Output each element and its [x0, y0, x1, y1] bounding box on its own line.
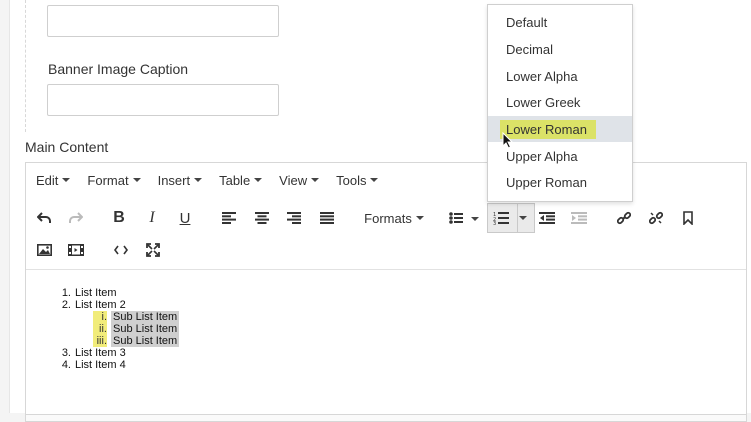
menu-edit-label: Edit	[36, 172, 59, 188]
chevron-down-icon	[132, 178, 141, 182]
menu-tools[interactable]: Tools	[336, 172, 379, 188]
dashed-divider	[25, 0, 26, 132]
fullscreen-icon[interactable]	[144, 234, 162, 266]
numbered-list-icon[interactable]: 123	[492, 202, 510, 234]
sub-list-item: ii. Sub List Item	[57, 323, 180, 335]
list-number: 2.	[61, 299, 71, 311]
list-style-option-lower-alpha[interactable]: Lower Alpha	[488, 63, 632, 89]
list-text: List Item 3	[75, 347, 126, 359]
link-icon[interactable]	[615, 202, 633, 234]
list-style-option-lower-greek[interactable]: Lower Greek	[488, 89, 632, 115]
list-text: List Item 2	[75, 299, 126, 311]
menu-insert[interactable]: Insert	[158, 173, 203, 188]
main-content-label: Main Content	[25, 139, 109, 155]
list-text: Sub List Item	[111, 335, 180, 347]
menu-edit[interactable]: Edit	[36, 172, 71, 188]
list-text: List Item	[75, 287, 117, 299]
bookmark-icon[interactable]	[680, 202, 696, 234]
banner-image-field[interactable]	[47, 5, 279, 37]
chevron-down-icon	[194, 178, 203, 182]
image-icon[interactable]	[34, 234, 54, 266]
list-item: 1. List Item	[57, 287, 179, 299]
menu-view-label: View	[279, 172, 308, 188]
chevron-down-icon	[415, 216, 424, 220]
list-number: 1.	[61, 287, 71, 299]
list-number: 3.	[61, 347, 71, 359]
underline-icon[interactable]: U	[176, 202, 194, 234]
align-justify-icon[interactable]	[318, 202, 336, 234]
editor-content[interactable]: 1. List Item 2. List Item 2 i. Sub List Ite…	[57, 287, 180, 371]
formats-dropdown[interactable]: Formats	[364, 202, 424, 234]
mouse-pointer-icon	[502, 131, 514, 154]
list-style-option-default[interactable]: Default	[488, 9, 632, 35]
chevron-down-icon	[370, 178, 379, 182]
list-style-dropdown: Default Decimal Lower Alpha Lower Greek …	[487, 4, 633, 202]
editor-toolbar-row-2	[26, 234, 746, 266]
indent-icon[interactable]	[569, 202, 589, 234]
formats-label: Formats	[364, 210, 412, 226]
chevron-down-icon	[311, 178, 320, 182]
media-icon[interactable]	[66, 234, 86, 266]
menu-tools-label: Tools	[336, 172, 367, 188]
align-right-icon[interactable]	[285, 202, 303, 234]
menu-format-label: Format	[87, 172, 129, 188]
outdent-icon[interactable]	[537, 202, 557, 234]
menu-insert-label: Insert	[157, 172, 191, 188]
svg-text:3: 3	[493, 221, 496, 225]
editor-statusbar	[26, 414, 746, 421]
list-number: i.	[93, 311, 107, 323]
banner-caption-input[interactable]	[47, 84, 279, 116]
list-number: ii.	[93, 323, 107, 335]
list-style-option-upper-roman[interactable]: Upper Roman	[488, 169, 632, 195]
align-left-icon[interactable]	[220, 202, 238, 234]
list-text: Sub List Item	[111, 311, 180, 323]
list-text: List Item 4	[75, 359, 126, 371]
bold-icon[interactable]: B	[110, 202, 128, 234]
list-item: 2. List Item 2	[57, 299, 179, 311]
chevron-down-icon	[62, 178, 71, 182]
editor-menubar: Edit Format Insert Table View Tools	[26, 163, 746, 197]
code-icon[interactable]	[111, 234, 131, 266]
italic-icon[interactable]: I	[143, 202, 161, 234]
menu-format[interactable]: Format	[87, 172, 141, 188]
undo-icon[interactable]	[34, 202, 54, 234]
unlink-icon[interactable]	[647, 202, 665, 234]
chevron-down-icon[interactable]	[516, 202, 530, 234]
menu-table-label: Table	[219, 172, 251, 188]
chevron-down-icon	[254, 178, 263, 182]
list-number: 4.	[61, 359, 71, 371]
redo-icon[interactable]	[66, 202, 86, 234]
rich-text-editor: Edit Format Insert Table View Tools B I …	[25, 162, 747, 422]
sub-list-item: i. Sub List Item	[57, 311, 180, 323]
align-center-icon[interactable]	[253, 202, 271, 234]
menu-view[interactable]: View	[279, 172, 320, 188]
list-number: iii.	[93, 335, 107, 347]
list-item: 4. List Item 4	[57, 359, 179, 371]
menu-table[interactable]: Table	[219, 172, 263, 188]
banner-caption-label: Banner Image Caption	[48, 61, 189, 77]
editor-toolbar-row-1: B I U Formats 123	[26, 202, 746, 234]
sub-list-item: iii. Sub List Item	[57, 335, 180, 347]
toolbar-separator	[26, 269, 746, 270]
bullet-list-button[interactable]	[446, 202, 482, 234]
list-text: Sub List Item	[111, 323, 180, 335]
list-item: 3. List Item 3	[57, 347, 179, 359]
list-style-option-decimal[interactable]: Decimal	[488, 36, 632, 62]
list-style-option-label: Lower Roman	[500, 119, 596, 139]
